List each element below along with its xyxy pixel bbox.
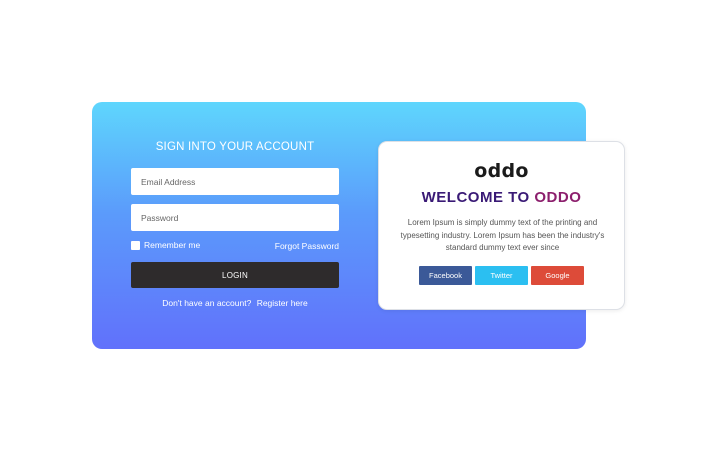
remember-me-label: Remember me [144, 240, 201, 250]
register-prompt-text: Don't have an account? [162, 298, 252, 308]
password-field[interactable] [131, 204, 339, 231]
welcome-heading-brand: ODDO [534, 189, 582, 206]
forgot-password-link[interactable]: Forgot Password [275, 241, 339, 251]
register-link[interactable]: Register here [257, 298, 308, 308]
remember-me-checkbox[interactable]: Remember me [131, 240, 200, 250]
register-prompt: Don't have an account? Register here [131, 298, 339, 308]
login-title: SIGN INTO YOUR ACCOUNT [155, 141, 315, 153]
login-button[interactable]: LOGIN [131, 262, 339, 288]
welcome-card: oddo WELCOME TO ODDO Lorem Ipsum is simp… [378, 141, 625, 310]
checkbox-box[interactable] [131, 240, 140, 250]
facebook-button[interactable]: Facebook [419, 266, 472, 285]
welcome-heading: WELCOME TO ODDO [379, 189, 624, 206]
email-field[interactable] [131, 168, 339, 195]
brand-logo: oddo [474, 160, 529, 182]
welcome-heading-text: WELCOME TO [421, 189, 530, 206]
google-button[interactable]: Google [531, 266, 584, 285]
twitter-button[interactable]: Twitter [475, 266, 528, 285]
welcome-description: Lorem Ipsum is simply dummy text of the … [400, 218, 605, 252]
social-login-buttons: Facebook Twitter Google [419, 266, 584, 285]
